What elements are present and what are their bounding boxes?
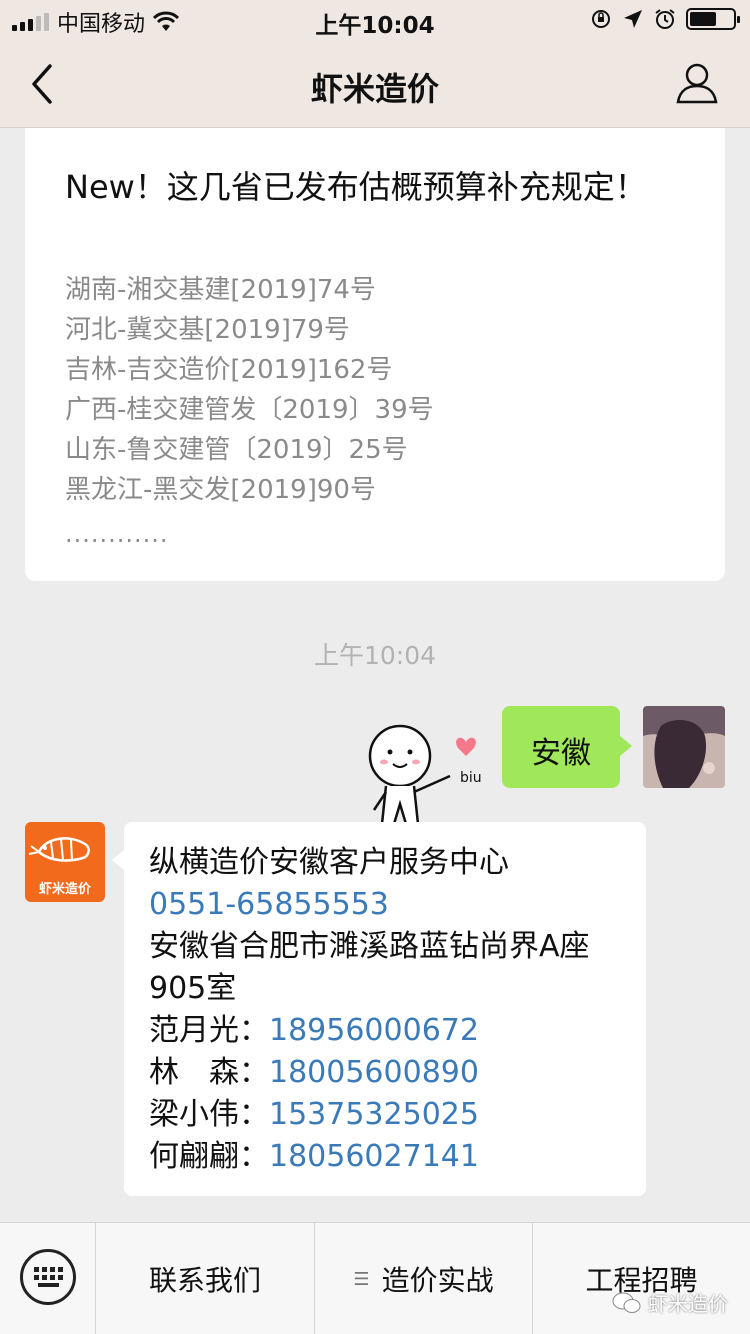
article-title: New！这几省已发布估概预算补充规定！: [65, 168, 647, 206]
menu-label: 联系我们: [148, 1264, 261, 1297]
bot-avatar[interactable]: 虾米造价: [25, 822, 105, 902]
article-card[interactable]: New！这几省已发布估概预算补充规定！ 湖南-湘交基建[2019]74号 河北-…: [25, 128, 725, 581]
bot-message-text: 纵横造价安徽客户服务中心 0551-65855553 安徽省合肥市濉溪路蓝钻尚界…: [149, 842, 629, 1178]
wechat-icon: [612, 1292, 641, 1313]
contact-phone-link[interactable]: 15375325025: [269, 1097, 479, 1132]
article-line: 广西-桂交建管发〔2019〕39号: [65, 395, 434, 425]
watermark-text: 虾米造价: [648, 1292, 728, 1316]
article-line: 湖南-湘交基建[2019]74号: [65, 275, 376, 305]
alarm-icon: [655, 9, 675, 29]
contact-name: 何翩翩：: [149, 1139, 269, 1174]
svg-text:biu: biu: [460, 770, 482, 786]
battery-icon: [686, 8, 740, 30]
article-line: 河北-冀交基[2019]79号: [65, 315, 350, 345]
service-phone-link[interactable]: 0551-65855553: [149, 884, 629, 926]
bottom-menu-bar: 联系我们 ☰ 造价实战 工程招聘: [0, 1222, 750, 1334]
contact-row: 何翩翩：18056027141: [149, 1136, 629, 1178]
article-line: 吉林-吉交造价[2019]162号: [65, 355, 393, 385]
watermark: 虾米造价: [612, 1288, 728, 1317]
status-bar: 中国移动 上午10:04: [0, 0, 750, 40]
contact-row: 范月光：18956000672: [149, 1010, 629, 1052]
status-right: [590, 8, 740, 30]
time-separator: 上午10:04: [313, 641, 437, 670]
article-list: 湖南-湘交基建[2019]74号 河北-冀交基[2019]79号 吉林-吉交造价…: [65, 270, 434, 510]
rotation-lock-icon: [592, 10, 610, 28]
contact-phone-link[interactable]: 18005600890: [269, 1055, 479, 1090]
contact-name: 范月光：: [149, 1013, 269, 1048]
user-profile-icon[interactable]: [674, 60, 720, 106]
nav-bar: 虾米造价: [0, 40, 750, 128]
bot-avatar-label: 虾米造价: [38, 882, 91, 897]
article-line: 山东-鲁交建管〔2019〕25号: [65, 435, 408, 465]
menu-job-recruit[interactable]: 工程招聘: [533, 1223, 750, 1334]
page-title: 虾米造价: [310, 70, 439, 108]
article-ellipsis: ............: [65, 520, 169, 548]
contact-phone-link[interactable]: 18056027141: [269, 1139, 479, 1174]
contact-name: 梁小伟：: [149, 1097, 269, 1132]
service-center-name: 纵横造价安徽客户服务中心: [149, 845, 509, 880]
contact-phone-link[interactable]: 18956000672: [269, 1013, 479, 1048]
submenu-icon: ☰: [353, 1268, 370, 1290]
menu-label: 造价实战: [381, 1264, 494, 1297]
user-message-text: 安徽: [531, 736, 591, 771]
user-avatar[interactable]: [643, 706, 725, 788]
location-icon: [624, 10, 642, 28]
article-line: 黑龙江-黑交发[2019]90号: [65, 475, 376, 505]
bot-message-bubble[interactable]: 纵横造价安徽客户服务中心 0551-65855553 安徽省合肥市濉溪路蓝钻尚界…: [112, 822, 646, 1196]
user-avatar-photo-icon: [643, 706, 725, 788]
user-message-bubble[interactable]: 安徽: [502, 706, 632, 788]
contact-name: 林 森：: [149, 1055, 269, 1090]
contact-row: 林 森：18005600890: [149, 1052, 629, 1094]
contact-row: 梁小伟：15375325025: [149, 1094, 629, 1136]
keyboard-toggle-button[interactable]: [0, 1223, 96, 1334]
menu-contact-us[interactable]: 联系我们: [96, 1223, 315, 1334]
menu-cost-practice[interactable]: ☰ 造价实战: [315, 1223, 533, 1334]
service-address: 安徽省合肥市濉溪路蓝钻尚界A座905室: [149, 929, 590, 1006]
keyboard-icon: [20, 1249, 76, 1305]
